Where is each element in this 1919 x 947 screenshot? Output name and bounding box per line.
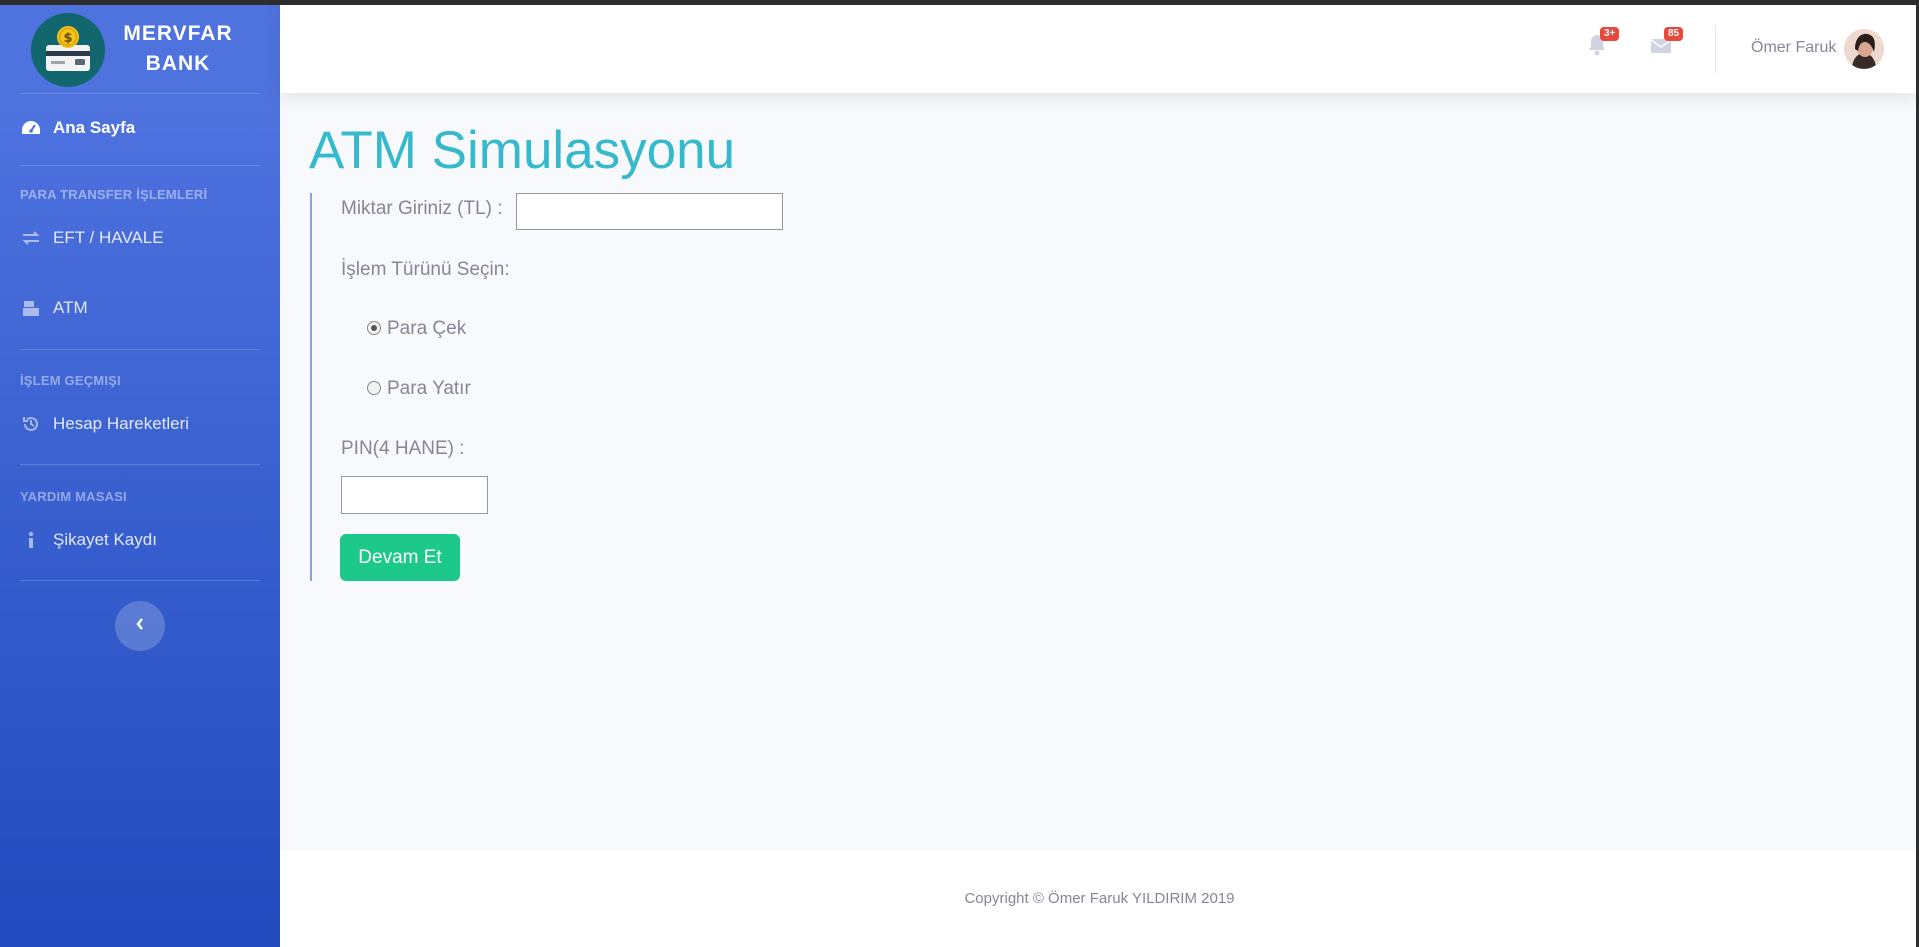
alerts-button[interactable]: 3+ bbox=[1586, 27, 1620, 61]
continue-button[interactable]: Devam Et bbox=[340, 534, 460, 581]
amount-label: Miktar Giriniz (TL) : bbox=[341, 198, 503, 219]
withdraw-option-label[interactable]: Para Çek bbox=[387, 318, 466, 340]
messages-badge: 85 bbox=[1664, 27, 1684, 41]
topbar: 3+ 85 Ömer Faruk bbox=[280, 5, 1919, 93]
sidebar-divider bbox=[20, 464, 260, 465]
sidebar: $ MERVFAR BANK Ana Sayfa PARA TRANSFER İ… bbox=[0, 5, 280, 947]
topbar-divider bbox=[1715, 25, 1716, 73]
page-title: ATM Simulasyonu bbox=[309, 121, 736, 180]
sidebar-item-complaint[interactable]: Şikayet Kaydı bbox=[20, 520, 260, 560]
sidebar-item-eft-havale[interactable]: EFT / HAVALE bbox=[20, 218, 260, 258]
sidebar-item-label: Şikayet Kaydı bbox=[53, 530, 157, 549]
section-heading-help: YARDIM MASASI bbox=[20, 489, 127, 504]
sidebar-item-atm[interactable]: ATM bbox=[20, 288, 260, 328]
amount-input[interactable] bbox=[516, 193, 783, 230]
bank-name: MERVFAR BANK bbox=[123, 22, 233, 75]
section-heading-transfer: PARA TRANSFER İŞLEMLERİ bbox=[20, 187, 208, 202]
sidebar-item-label: Hesap Hareketleri bbox=[53, 414, 190, 433]
deposit-radio[interactable] bbox=[367, 381, 381, 395]
user-avatar[interactable] bbox=[1844, 29, 1884, 69]
section-heading-history: İŞLEM GEÇMIŞI bbox=[20, 373, 121, 388]
footer: Copyright © Ömer Faruk YILDIRIM 2019 bbox=[280, 850, 1919, 947]
pin-input[interactable] bbox=[341, 476, 488, 514]
sidebar-item-account-activity[interactable]: Hesap Hareketleri bbox=[20, 404, 260, 444]
sidebar-divider bbox=[20, 93, 260, 94]
info-icon bbox=[20, 529, 42, 551]
bank-logo-icon: $ bbox=[31, 13, 105, 87]
envelope-icon bbox=[1650, 39, 1672, 59]
sidebar-item-home[interactable]: Ana Sayfa bbox=[20, 108, 260, 148]
withdraw-radio[interactable] bbox=[367, 321, 381, 335]
exchange-icon bbox=[20, 227, 42, 249]
sidebar-divider bbox=[20, 349, 260, 350]
transaction-type-label: İşlem Türünü Seçin: bbox=[341, 259, 510, 280]
bell-icon bbox=[1586, 35, 1608, 61]
chevron-left-icon bbox=[135, 617, 145, 636]
pin-label: PIN(4 HANE) : bbox=[341, 438, 465, 459]
sidebar-item-label: Ana Sayfa bbox=[53, 118, 136, 137]
tachometer-icon bbox=[20, 117, 42, 139]
sidebar-item-label: ATM bbox=[53, 298, 88, 317]
sidebar-divider bbox=[20, 165, 260, 166]
sidebar-item-label: EFT / HAVALE bbox=[53, 228, 164, 247]
atm-form: Miktar Giriniz (TL) : İşlem Türünü Seçin… bbox=[310, 193, 783, 581]
copyright-text: Copyright © Ömer Faruk YILDIRIM 2019 bbox=[964, 890, 1235, 907]
svg-text:$: $ bbox=[63, 31, 72, 46]
alerts-badge: 3+ bbox=[1600, 27, 1620, 41]
sidebar-brand[interactable]: $ MERVFAR BANK bbox=[0, 5, 280, 93]
sidebar-toggle-button[interactable] bbox=[115, 601, 165, 651]
user-name[interactable]: Ömer Faruk bbox=[1751, 39, 1836, 57]
deposit-option-label[interactable]: Para Yatır bbox=[387, 378, 471, 400]
atm-icon bbox=[20, 297, 42, 319]
history-icon bbox=[20, 413, 42, 435]
messages-button[interactable]: 85 bbox=[1650, 27, 1684, 61]
sidebar-divider bbox=[20, 580, 260, 581]
